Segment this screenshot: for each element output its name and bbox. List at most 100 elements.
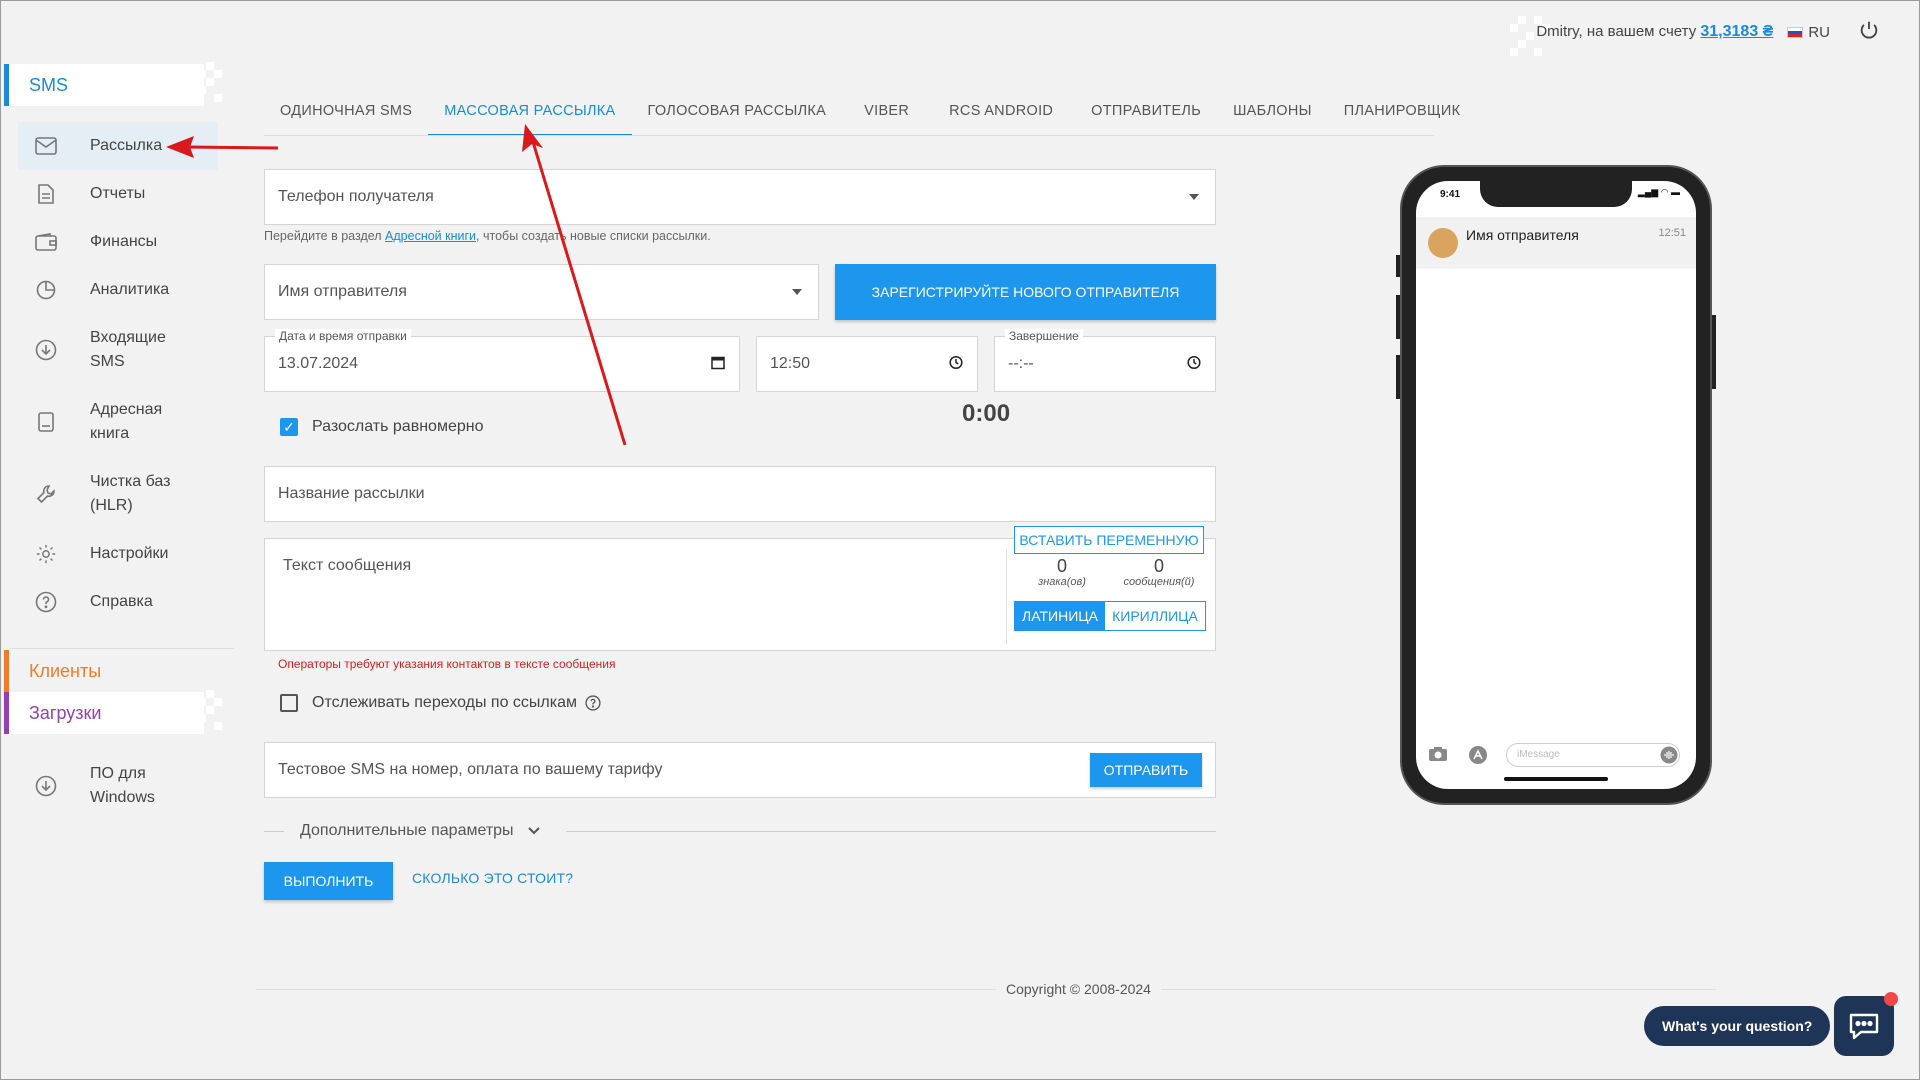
- end-time-legend: Завершение: [1005, 329, 1083, 343]
- sidebar-divider: [10, 648, 234, 649]
- tab-scheduler[interactable]: ПЛАНИРОВЩИК: [1328, 94, 1477, 136]
- hint-text-post: , чтобы создать новые списки рассылки.: [476, 229, 711, 243]
- campaign-name-input[interactable]: Название рассылки: [264, 466, 1216, 522]
- recipient-select[interactable]: Телефон получателя: [264, 169, 1216, 225]
- chevron-down-icon: [528, 822, 540, 840]
- sidebar-item-settings[interactable]: Настройки: [18, 530, 218, 578]
- alphabet-toggle: ЛАТИНИЦА КИРИЛЛИЦА: [1014, 601, 1206, 631]
- imessage-input: iMessage: [1506, 743, 1680, 767]
- tab-rcs-android[interactable]: RCS ANDROID: [931, 94, 1075, 136]
- chevron-down-icon: [1189, 194, 1199, 200]
- language-label: RU: [1808, 23, 1830, 41]
- address-book-hint: Перейдите в раздел Адресной книги, чтобы…: [264, 229, 711, 243]
- insert-variable-button[interactable]: ВСТАВИТЬ ПЕРЕМЕННУЮ: [1014, 526, 1204, 554]
- recipient-placeholder: Телефон получателя: [278, 188, 434, 205]
- sidebar-item-address-book[interactable]: Адресная книга: [18, 390, 218, 454]
- messages-label: сообщения(й): [1123, 576, 1195, 588]
- signal-wifi-battery-icon: ▂▄▆ ◠ ▬: [1637, 187, 1680, 197]
- track-links-label: Отслеживать переходы по ссылкам: [312, 694, 578, 711]
- balance-link[interactable]: 31,3183 ₴: [1700, 23, 1773, 40]
- help-icon[interactable]: [585, 695, 601, 711]
- message-textarea[interactable]: Текст сообщения: [264, 538, 1216, 651]
- cyrillic-button[interactable]: КИРИЛЛИЦА: [1105, 602, 1205, 630]
- track-links-checkbox[interactable]: Отслеживать переходы по ссылкам: [280, 694, 601, 712]
- address-book-link[interactable]: Адресной книги: [385, 229, 476, 243]
- even-send-label: Разослать равномерно: [312, 418, 484, 435]
- sidebar-section-sms[interactable]: SMS: [4, 64, 204, 106]
- advanced-line-right: [566, 831, 1216, 832]
- execute-button[interactable]: ВЫПОЛНИТЬ: [264, 862, 393, 900]
- phone-preview: 9:41 ▂▄▆ ◠ ▬ Имя отправителя 12:51 iMess…: [1396, 165, 1716, 805]
- sidebar-section-clients[interactable]: Клиенты: [4, 650, 204, 692]
- hint-text-pre: Перейдите в раздел: [264, 229, 386, 243]
- app-store-icon: [1468, 745, 1488, 770]
- notification-dot: [1884, 992, 1898, 1006]
- chars-count: 0: [1056, 556, 1067, 576]
- tab-viber[interactable]: VIBER: [842, 94, 931, 136]
- avatar: [1428, 228, 1458, 258]
- end-time-input[interactable]: Завершение --:--: [994, 329, 1216, 392]
- book-icon: [34, 410, 58, 434]
- tab-mass-mailing[interactable]: МАССОВАЯ РАССЫЛКА: [428, 94, 632, 136]
- copyright: Copyright © 2008-2024: [996, 981, 1161, 997]
- tabs-underline: [264, 135, 1434, 136]
- latin-button[interactable]: ЛАТИНИЦА: [1015, 602, 1105, 630]
- send-date-input[interactable]: Дата и время отправки 13.07.2024: [264, 329, 740, 392]
- sidebar-item-mailing[interactable]: Рассылка: [18, 122, 218, 170]
- language-selector[interactable]: RU: [1787, 24, 1830, 41]
- sidebar-item-label: ПО для Windows: [90, 765, 155, 806]
- tab-single-sms[interactable]: ОДИНОЧНАЯ SMS: [264, 94, 428, 136]
- contacts-warning: Операторы требуют указания контактов в т…: [278, 657, 616, 671]
- phone-chat-header: Имя отправителя 12:51: [1416, 217, 1696, 269]
- messages-count: 0: [1153, 556, 1164, 576]
- sidebar-item-label: Аналитика: [90, 281, 170, 298]
- document-icon: [34, 182, 58, 206]
- sidebar-item-label: Адресная книга: [90, 401, 163, 442]
- top-bar: Dmitry, на вашем счету 31,3183 ₴ RU: [1536, 14, 1880, 50]
- decor-pixels-sms: [198, 62, 230, 102]
- sidebar: SMS Рассылка Отчеты Финансы Аналитика Вх…: [2, 0, 234, 1080]
- send-date-value: 13.07.2024: [278, 355, 359, 372]
- sidebar-item-reports[interactable]: Отчеты: [18, 170, 218, 218]
- sidebar-item-incoming-sms[interactable]: Входящие SMS: [18, 318, 218, 382]
- sidebar-item-label: Рассылка: [90, 137, 163, 154]
- sidebar-item-label: Входящие SMS: [90, 329, 166, 370]
- messages-counter: 0 сообщения(й): [1112, 556, 1206, 588]
- sidebar-item-help[interactable]: Справка: [18, 578, 218, 626]
- sidebar-item-hlr[interactable]: Чистка баз (HLR): [18, 462, 218, 526]
- calendar-icon[interactable]: [711, 356, 725, 373]
- message-tools-divider: [1006, 550, 1007, 644]
- send-time-value: 12:50: [770, 355, 811, 372]
- chat-widget-button[interactable]: [1834, 996, 1894, 1056]
- camera-icon: [1428, 746, 1448, 767]
- send-test-button[interactable]: ОТПРАВИТЬ: [1090, 753, 1202, 787]
- chat-widget-label[interactable]: What's your question?: [1644, 1006, 1831, 1046]
- even-send-checkbox[interactable]: ✓ Разослать равномерно: [280, 418, 483, 436]
- sidebar-item-label: Отчеты: [90, 185, 146, 202]
- tab-templates[interactable]: ШАБЛОНЫ: [1217, 94, 1328, 136]
- sidebar-item-finance[interactable]: Финансы: [18, 218, 218, 266]
- send-time-input[interactable]: 12:50: [756, 336, 978, 392]
- sidebar-item-windows-software[interactable]: ПО для Windows: [18, 754, 218, 818]
- clock-icon[interactable]: [949, 355, 963, 373]
- download-icon: [34, 774, 58, 798]
- test-sms-placeholder: Тестовое SMS на номер, оплата по вашему …: [278, 761, 663, 778]
- advanced-params-toggle[interactable]: Дополнительные параметры: [264, 822, 1216, 842]
- checkbox-checked-icon: ✓: [280, 418, 298, 436]
- checkbox-unchecked-icon: [280, 694, 298, 712]
- sender-select[interactable]: Имя отправителя: [264, 264, 819, 320]
- phone-status-time: 9:41: [1440, 189, 1461, 200]
- sidebar-item-label: Чистка баз (HLR): [90, 473, 171, 514]
- help-icon: [34, 590, 58, 614]
- advanced-line-left: [264, 831, 284, 832]
- register-sender-button[interactable]: ЗАРЕГИСТРИРУЙТЕ НОВОГО ОТПРАВИТЕЛЯ: [835, 264, 1216, 320]
- sidebar-item-analytics[interactable]: Аналитика: [18, 266, 218, 314]
- cost-link[interactable]: СКОЛЬКО ЭТО СТОИТ?: [412, 870, 573, 886]
- tab-voice-mailing[interactable]: ГОЛОСОВАЯ РАССЫЛКА: [632, 94, 843, 136]
- clock-icon[interactable]: [1187, 355, 1201, 373]
- test-sms-input[interactable]: Тестовое SMS на номер, оплата по вашему …: [264, 742, 1216, 798]
- logout-button[interactable]: [1858, 19, 1880, 45]
- chars-label: знака(ов): [1038, 576, 1086, 588]
- tab-sender[interactable]: ОТПРАВИТЕЛЬ: [1075, 94, 1217, 136]
- sidebar-section-downloads[interactable]: Загрузки: [4, 692, 204, 734]
